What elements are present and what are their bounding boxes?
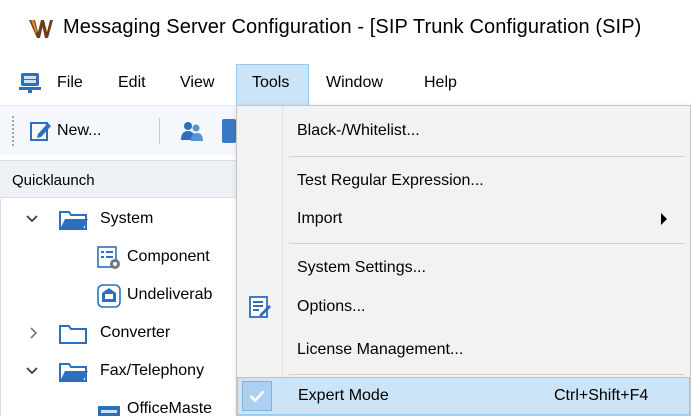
menu-item-system-settings[interactable]: System Settings... — [237, 249, 690, 287]
menu-separator — [289, 374, 684, 375]
toolbar: New... — [0, 105, 240, 155]
toolbar-grip[interactable] — [12, 116, 16, 146]
undeliverable-icon — [97, 284, 121, 308]
menu-item-label: Black-/Whitelist... — [297, 122, 420, 139]
tree-label: Converter — [100, 324, 171, 341]
menu-item-label: System Settings... — [297, 259, 426, 276]
tree-label: Undeliverab — [127, 286, 213, 303]
quicklaunch-title: Quicklaunch — [12, 172, 95, 189]
menu-file[interactable]: File — [57, 74, 83, 92]
tree-item-undeliverable[interactable]: Undeliverab — [1, 278, 241, 314]
new-icon[interactable] — [30, 120, 52, 142]
menu-separator — [289, 156, 684, 157]
menu-tools[interactable]: Tools — [252, 74, 289, 92]
tree-label: System — [100, 210, 154, 227]
menu-item-black-whitelist[interactable]: Black-/Whitelist... — [237, 112, 690, 150]
menu-separator — [289, 243, 684, 244]
menu-edit[interactable]: Edit — [118, 74, 146, 92]
title-bar: Messaging Server Configuration - [SIP Tr… — [0, 0, 691, 60]
tree-item-fax-telephony[interactable]: Fax/Telephony — [1, 354, 241, 390]
window-title: Messaging Server Configuration - [SIP Tr… — [63, 16, 642, 38]
quicklaunch-tree: System Component Undeliverab Converter F… — [0, 199, 240, 416]
menu-view[interactable]: View — [180, 74, 214, 92]
chevron-down-icon[interactable] — [25, 364, 39, 378]
tree-label: Fax/Telephony — [100, 362, 205, 379]
menu-item-expert-mode[interactable]: Expert Mode Ctrl+Shift+F4 — [237, 377, 690, 415]
menu-item-import[interactable]: Import — [237, 200, 690, 238]
users-icon[interactable] — [180, 120, 204, 142]
menu-item-label: Import — [297, 210, 343, 227]
quicklaunch-header: Quicklaunch — [0, 160, 240, 198]
menu-item-label: Test Regular Expression... — [297, 172, 484, 189]
menu-item-label: License Management... — [297, 341, 464, 358]
menu-help[interactable]: Help — [424, 74, 457, 92]
toolbar-separator — [159, 118, 160, 144]
menu-bar: File Edit View Tools Window Help — [0, 60, 691, 105]
server-icon[interactable] — [18, 72, 42, 94]
app-logo-icon — [29, 20, 53, 38]
tools-dropdown-menu: Black-/Whitelist... Test Regular Express… — [236, 105, 691, 416]
book-icon[interactable] — [222, 119, 236, 143]
menu-window[interactable]: Window — [326, 74, 383, 92]
tree-item-officemaster[interactable]: OfficeMaste — [1, 392, 241, 416]
folder-icon — [59, 325, 87, 344]
menu-item-options[interactable]: Options... — [237, 288, 690, 326]
menu-item-label: Expert Mode — [298, 387, 389, 404]
chevron-down-icon[interactable] — [25, 212, 39, 226]
new-button[interactable]: New... — [57, 122, 101, 140]
folder-open-icon — [59, 211, 88, 230]
menu-item-shortcut: Ctrl+Shift+F4 — [554, 387, 649, 404]
tree-label: OfficeMaste — [127, 400, 213, 416]
tree-item-system[interactable]: System — [1, 202, 241, 238]
submenu-arrow-icon — [661, 213, 667, 225]
menu-item-label: Options... — [297, 298, 366, 315]
tree-item-converter[interactable]: Converter — [1, 316, 241, 352]
folder-open-icon — [59, 363, 88, 382]
tree-item-component[interactable]: Component — [1, 240, 241, 276]
tree-label: Component — [127, 248, 210, 265]
chevron-right-icon[interactable] — [27, 326, 41, 340]
officemaster-icon — [98, 406, 120, 416]
component-icon — [97, 246, 120, 269]
checkmark-icon — [242, 381, 272, 411]
menu-item-test-regex[interactable]: Test Regular Expression... — [237, 162, 690, 200]
menu-item-license-management[interactable]: License Management... — [237, 331, 690, 369]
options-icon — [249, 296, 271, 318]
